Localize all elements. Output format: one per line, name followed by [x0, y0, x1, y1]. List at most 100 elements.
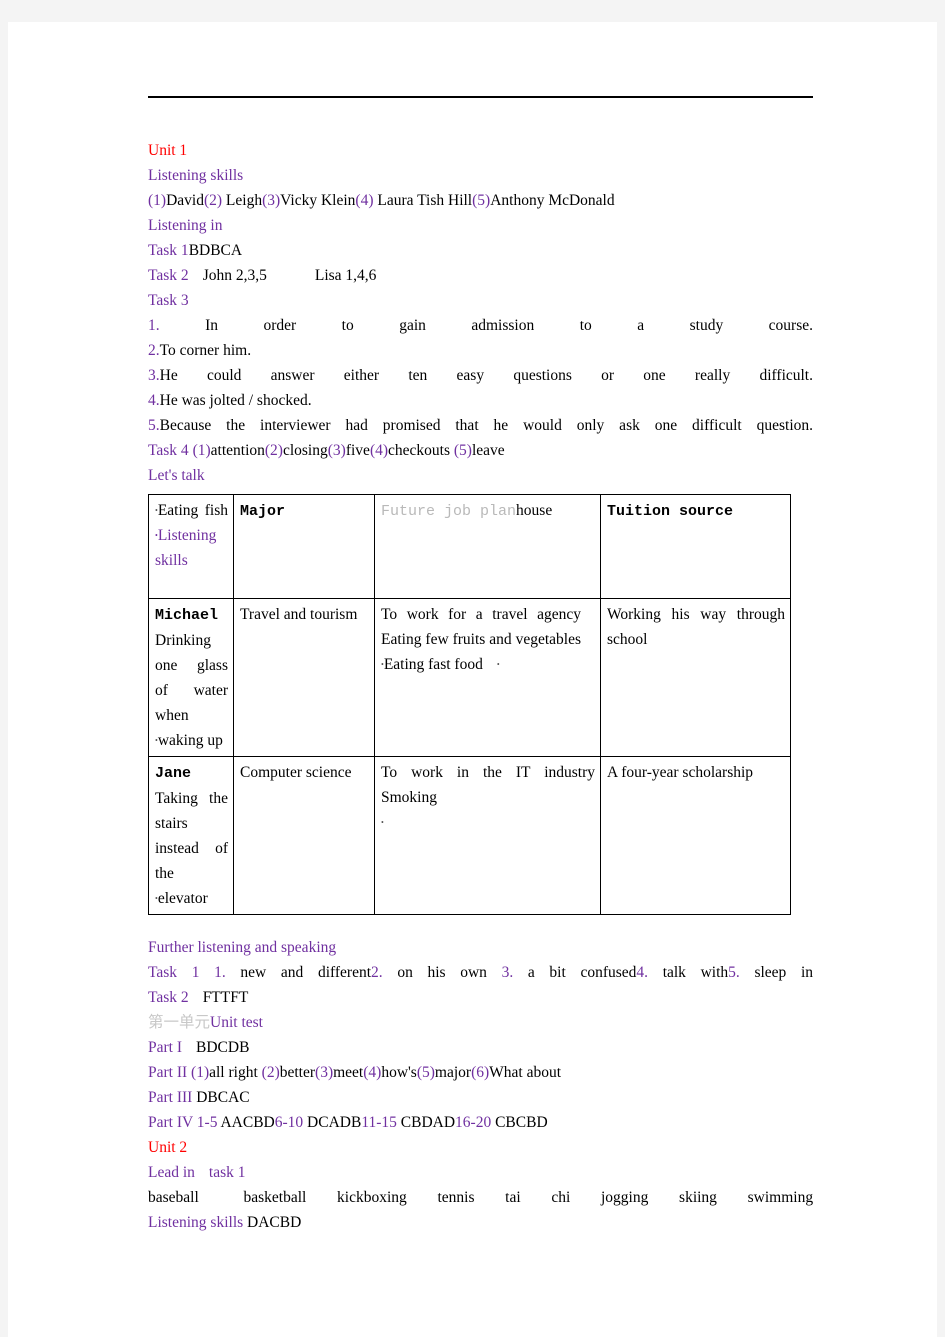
part4-answer-4: CBCBD: [491, 1114, 548, 1131]
part1-line: Part I BDCDB: [148, 1035, 813, 1060]
part2-text-5: major: [434, 1064, 472, 1081]
part2-line: Part II (1)all right (2)better(3)meet(4)…: [148, 1060, 813, 1085]
part2-num-1: (1): [191, 1064, 210, 1081]
sport-item-7: skiing: [679, 1189, 717, 1206]
row-michael-job-text: To work for a travel agency: [381, 606, 581, 623]
table-header-row: •Eating fish •Listening skills Major Fut…: [148, 494, 791, 599]
answer-marker-2: (2): [203, 192, 223, 209]
task3-item-2-num: 2.: [148, 342, 160, 359]
task3-item-4-text: He was jolted / shocked.: [159, 392, 312, 409]
further-task1-text-2: on his own: [382, 964, 502, 981]
row-jane-future-job: To work in the IT industry Smoking •: [374, 756, 601, 915]
row-michael-tuition: Working his way through school: [600, 598, 791, 757]
task4-marker-4: (4): [369, 442, 389, 459]
row-michael-extra-2: Eating fast food: [383, 656, 483, 673]
row-jane-job-text: To work in the IT industry: [381, 764, 595, 781]
unit2-listening-skills-answer: DACBD: [247, 1214, 302, 1231]
document-body: Unit 1 Listening skills (1)David(2) Leig…: [148, 96, 813, 1235]
part2-num-5: (5): [416, 1064, 435, 1081]
answer-marker-4: (4): [355, 192, 374, 209]
answer-text-5: Anthony McDonald: [490, 192, 615, 209]
row-jane-tuition: A four-year scholarship: [600, 756, 791, 915]
further-task1-text-5: sleep in: [739, 964, 814, 981]
part2-text-6: What about: [489, 1064, 562, 1081]
part2-num-6: (6): [471, 1064, 490, 1081]
unit2-heading-line: Unit 2: [148, 1135, 813, 1160]
task2-lisa-answer: Lisa 1,4,6: [314, 267, 377, 284]
task3-item-5-text: Because the interviewer had promised tha…: [159, 417, 813, 434]
answer-marker-1: (1): [148, 192, 167, 209]
part4-answer-1: AACBD: [217, 1114, 275, 1131]
header-cell-future-job: Future job planhouse: [374, 494, 601, 599]
row-michael-future-job: To work for a travel agency Eating few fr…: [374, 598, 601, 757]
row-jane-tuition-text: A four-year scholarship: [607, 764, 754, 781]
listening-skills-label: Listening skills: [148, 167, 244, 184]
unit1-listening-in-label-line: Listening in: [148, 213, 813, 238]
task1-label: Task 1: [148, 242, 189, 259]
row-michael-name-habit: Michael Drinking one glass of water when…: [148, 598, 234, 757]
header-major-text: Major: [240, 503, 286, 520]
answer-text-4: Laura Tish Hill: [373, 192, 473, 209]
answer-marker-5: (5): [472, 192, 491, 209]
task3-label: Task 3: [148, 292, 189, 309]
sport-item-4: tennis: [437, 1189, 475, 1206]
header-habit-black: Eating fish: [157, 502, 228, 519]
header-future-job-text: Future job plan: [381, 503, 517, 520]
further-task2-label: Task 2: [148, 989, 189, 1006]
unit2-task1-label: task 1: [208, 1164, 246, 1181]
task4-marker-2: (2): [264, 442, 283, 459]
task3-item-4-num: 4.: [148, 392, 160, 409]
part2-text-2: better: [279, 1064, 316, 1081]
header-cell-tuition: Tuition source: [600, 494, 791, 599]
header-cell-habits: •Eating fish •Listening skills: [148, 494, 234, 599]
task4-text-4: checkouts: [388, 442, 450, 459]
task4-marker-5: (5): [453, 442, 472, 459]
unit2-heading: Unit 2: [148, 1139, 188, 1156]
part2-text-4: how's: [381, 1064, 417, 1081]
part3-answer: DBCAC: [196, 1089, 250, 1106]
further-task1-num-2: 2.: [371, 964, 383, 981]
unit1-lets-talk-label-line: Let's talk: [148, 463, 813, 488]
row-michael-habit-part1: Drinking one glass of water when: [155, 632, 228, 724]
task4-label: Task 4: [148, 442, 189, 459]
unit2-lead-in-label: Lead in: [148, 1164, 195, 1181]
task3-item-2: 2.To corner him.: [148, 338, 813, 363]
task3-item-2-text: To corner him.: [159, 342, 252, 359]
row-michael-name: Michael: [155, 607, 219, 624]
part3-line: Part III DBCAC: [148, 1085, 813, 1110]
part4-label: Part IV: [148, 1114, 193, 1131]
further-heading: Further listening and speaking: [148, 939, 337, 956]
part4-answer-3: CBDAD: [396, 1114, 456, 1131]
unit-test-title-line: 第一单元Unit test: [148, 1010, 813, 1035]
part4-range-4: 16-20: [455, 1114, 492, 1131]
task1-answer: BDBCA: [188, 242, 243, 259]
further-task1-num-4: 4.: [636, 964, 649, 981]
lets-talk-label: Let's talk: [148, 467, 205, 484]
further-heading-line: Further listening and speaking: [148, 935, 813, 960]
answer-text-1: David: [166, 192, 204, 209]
header-cell-major: Major: [233, 494, 375, 599]
row-michael-major-text: Travel and tourism: [240, 606, 358, 623]
further-task2-answer: FTTFT: [202, 989, 249, 1006]
further-task1-text-1: new and different: [225, 964, 372, 981]
part2-num-4: (4): [363, 1064, 382, 1081]
task4-text-1: attention: [210, 442, 265, 459]
table-row: Michael Drinking one glass of water when…: [148, 598, 791, 757]
row-michael-extra-1: Eating few fruits and vegetables: [381, 631, 581, 648]
unit2-lead-in-line: Lead in task 1: [148, 1160, 813, 1185]
part4-line: Part IV 1-5 AACBD6-10 DCADB11-15 CBDAD16…: [148, 1110, 813, 1135]
part1-answer: BDCDB: [196, 1039, 250, 1056]
task4-marker-1: (1): [192, 442, 211, 459]
task3-item-1-text: In order to gain admission to a study co…: [159, 317, 813, 334]
unit1-task2-line: Task 2 John 2,3,5 Lisa 1,4,6: [148, 263, 813, 288]
sport-item-6: jogging: [600, 1189, 649, 1206]
part2-text-1: all right: [209, 1064, 262, 1081]
sport-item-2: basketball: [243, 1189, 307, 1206]
task3-item-4: 4.He was jolted / shocked.: [148, 388, 813, 413]
task2-john-answer: John 2,3,5: [202, 267, 267, 284]
row-michael-tuition-text: Working his way through school: [607, 606, 785, 648]
sport-item-1: baseball: [148, 1189, 199, 1206]
unit1-task1-line: Task 1BDBCA: [148, 238, 813, 263]
task4-marker-3: (3): [327, 442, 346, 459]
task3-item-1-num: 1.: [148, 317, 160, 334]
